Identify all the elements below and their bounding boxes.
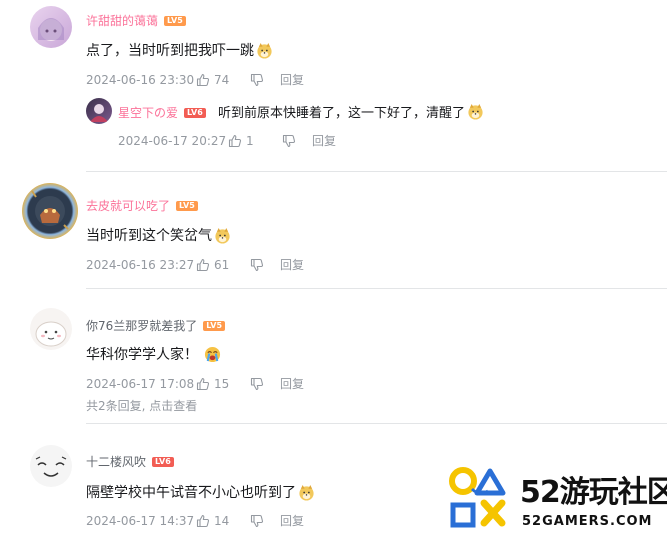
comment-time: 2024-06-17 17:08: [86, 376, 195, 391]
reply-button[interactable]: 回复: [312, 132, 336, 149]
gamers-logo-icon: [449, 467, 506, 528]
username[interactable]: 许甜甜的蔼蔼 LV5: [86, 12, 186, 29]
like-button[interactable]: 14: [196, 514, 238, 528]
avatar[interactable]: [30, 6, 72, 48]
site-watermark: 52游玩社区 52GAMERS.COM: [446, 463, 667, 538]
divider: [86, 423, 667, 424]
level-badge: LV5: [176, 200, 198, 211]
doge-emoji-icon: [257, 42, 272, 59]
username-text: 星空下の爱: [118, 106, 179, 120]
comment-meta: 2024-06-17 17:08 15 回复: [86, 375, 304, 392]
dislike-button[interactable]: [250, 377, 264, 391]
dislike-button[interactable]: [250, 514, 264, 528]
username[interactable]: 你76兰那罗就差我了 LV5: [86, 317, 226, 334]
comment-item: 许甜甜的蔼蔼 LV5 点了，当时听到把我吓一跳 2024-06-16 23:30…: [0, 0, 667, 175]
comment-item: 你76兰那罗就差我了 LV5 华科你学学人家！ 2024-06-17 17:08…: [0, 290, 667, 425]
username-text: 十二楼风吹: [86, 455, 147, 469]
like-button[interactable]: 1: [228, 134, 270, 148]
avatar[interactable]: [22, 183, 78, 239]
level-badge: LV6: [152, 456, 174, 467]
dislike-button[interactable]: [250, 258, 264, 272]
reply-username[interactable]: 星空下の爱 LV6: [118, 104, 206, 121]
username-text: 你76兰那罗就差我了: [86, 319, 198, 333]
dislike-button[interactable]: [250, 73, 264, 87]
comment-time: 2024-06-16 23:27: [86, 257, 195, 272]
level-badge: LV5: [164, 15, 186, 26]
reply-button[interactable]: 回复: [280, 375, 304, 392]
comment-meta: 2024-06-16 23:30 74 回复: [86, 71, 304, 88]
thumbs-up-icon: [196, 73, 210, 86]
avatar[interactable]: [86, 98, 112, 124]
username-text: 许甜甜的蔼蔼: [86, 14, 159, 28]
reply-meta: 2024-06-17 20:27 1 回复: [118, 132, 336, 149]
thumbs-up-icon: [196, 377, 210, 390]
reply-text: 听到前原本快睡着了，这一下好了，清醒了: [218, 102, 484, 121]
comment-time: 2024-06-17 14:37: [86, 513, 195, 528]
watermark-subtitle: 52GAMERS.COM: [522, 514, 653, 529]
doge-emoji-icon: [299, 484, 314, 501]
comment-text: 华科你学学人家！: [86, 344, 221, 364]
thumbs-up-icon: [196, 514, 210, 527]
comment-text: 隔壁学校中午试音不小心也听到了: [86, 482, 315, 502]
like-count: 61: [214, 257, 230, 272]
divider: [86, 288, 667, 289]
comment-meta: 2024-06-17 14:37 14 回复: [86, 512, 304, 529]
thumbs-down-icon: [282, 134, 296, 147]
like-button[interactable]: 15: [196, 377, 238, 391]
thumbs-down-icon: [250, 73, 264, 86]
reply-button[interactable]: 回复: [280, 512, 304, 529]
comment-item: 去皮就可以吃了 LV5 当时听到这个笑岔气 2024-06-16 23:27 6…: [0, 175, 667, 290]
doge-emoji-icon: [468, 103, 483, 120]
thumbs-down-icon: [250, 514, 264, 527]
dislike-button[interactable]: [282, 134, 296, 148]
like-button[interactable]: 61: [196, 258, 238, 272]
comment-text: 点了，当时听到把我吓一跳: [86, 40, 273, 60]
avatar[interactable]: [30, 308, 72, 350]
username-text: 去皮就可以吃了: [86, 199, 171, 213]
watermark-title: 52游玩社区: [520, 475, 667, 510]
thumbs-up-icon: [228, 134, 242, 147]
doge-emoji-icon: [215, 227, 230, 244]
like-button[interactable]: 74: [196, 73, 238, 87]
comment-time: 2024-06-16 23:30: [86, 72, 195, 87]
thumbs-down-icon: [250, 258, 264, 271]
thumbs-up-icon: [196, 258, 210, 271]
level-badge: LV6: [184, 107, 206, 118]
like-count: 1: [246, 133, 254, 148]
username[interactable]: 去皮就可以吃了 LV5: [86, 197, 198, 214]
level-badge: LV5: [203, 320, 226, 331]
crying-emoji-icon: [204, 346, 221, 362]
divider: [86, 171, 667, 172]
comment-text: 当时听到这个笑岔气: [86, 225, 231, 245]
thumbs-down-icon: [250, 377, 264, 390]
comment-meta: 2024-06-16 23:27 61 回复: [86, 256, 304, 273]
view-replies-link[interactable]: 共2条回复, 点击查看: [86, 397, 197, 414]
like-count: 15: [214, 376, 230, 391]
reply-button[interactable]: 回复: [280, 71, 304, 88]
like-count: 74: [214, 72, 230, 87]
like-count: 14: [214, 513, 230, 528]
username[interactable]: 十二楼风吹 LV6: [86, 453, 174, 470]
avatar[interactable]: [30, 445, 72, 487]
reply-time: 2024-06-17 20:27: [118, 133, 227, 148]
reply-button[interactable]: 回复: [280, 256, 304, 273]
